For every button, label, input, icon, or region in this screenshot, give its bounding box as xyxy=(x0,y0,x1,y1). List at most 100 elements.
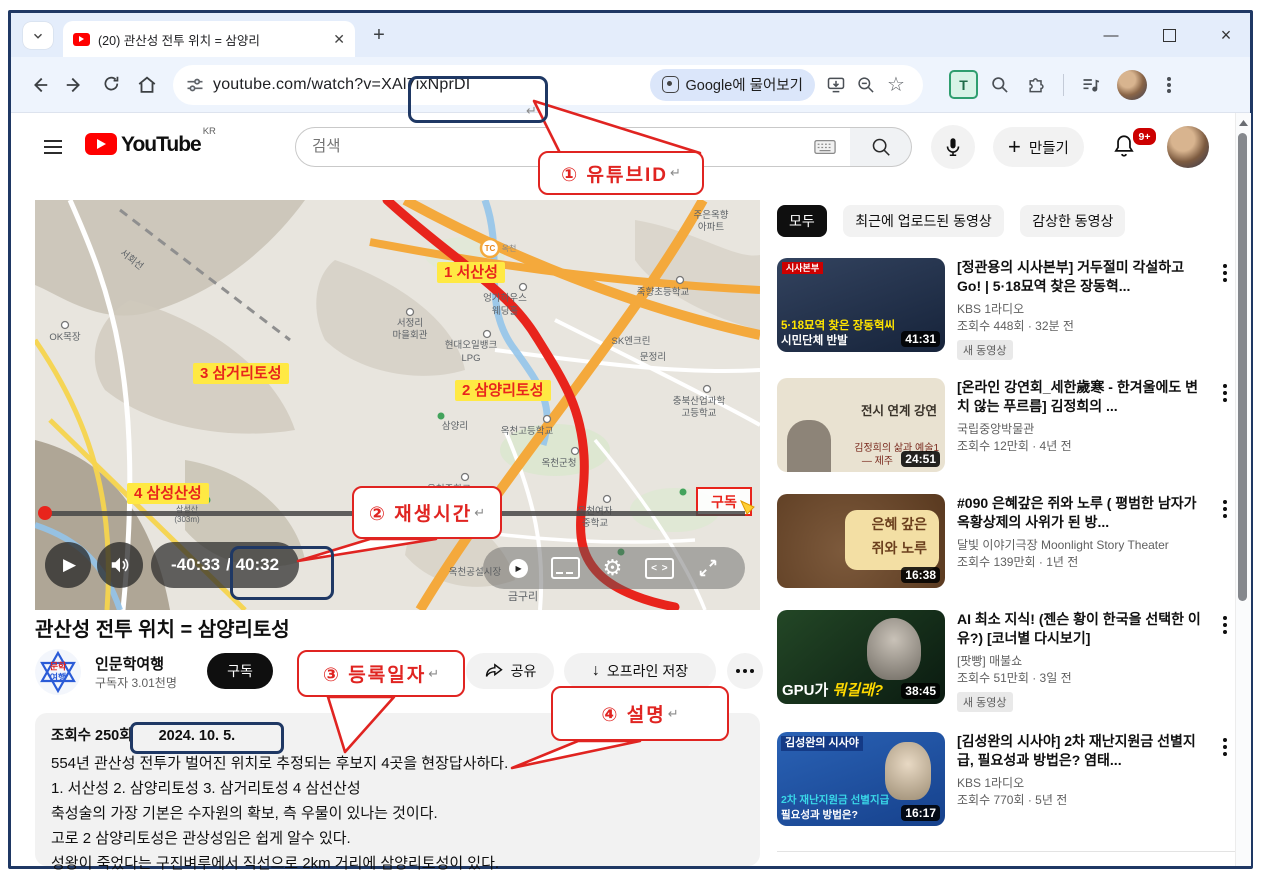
suggested-video-channel[interactable]: 달빛 이야기극장 Moonlight Story Theater xyxy=(957,537,1207,554)
scrollbar-up-icon[interactable] xyxy=(1236,117,1251,129)
suggested-video-title[interactable]: AI 최소 지식! (젠슨 황이 한국을 선택한 이유?) [코너별 다시보기] xyxy=(957,610,1207,648)
suggested-video[interactable]: GPU가 뭐길래? 38:45 AI 최소 지식! (젠슨 황이 한국을 선택한… xyxy=(777,610,1237,722)
guide-menu-button[interactable] xyxy=(41,135,65,159)
youtube-profile-avatar[interactable] xyxy=(1167,126,1209,168)
chip-recently-uploaded[interactable]: 최근에 업로드된 동영상 xyxy=(843,205,1004,237)
description-box[interactable]: 조회수 250회2024. 10. 5. 554년 관산성 전투가 벌어진 위치… xyxy=(35,713,760,866)
suggested-video-title[interactable]: #090 은혜갚은 쥐와 노루 ( 평범한 남자가 옥황상제의 사위가 된 방.… xyxy=(957,494,1207,532)
suggested-video-title[interactable]: [온라인 강연회_세한歲寒 - 한겨울에도 변치 않는 푸르름] 김정희의 ..… xyxy=(957,378,1207,416)
scrollbar-thumb[interactable] xyxy=(1238,133,1247,601)
chip-all[interactable]: 모두 xyxy=(777,205,827,237)
play-button[interactable] xyxy=(45,542,91,588)
thumbnail-person xyxy=(885,742,931,800)
maximize-button[interactable] xyxy=(1154,23,1184,47)
map-place-label: 옥천군청 xyxy=(542,458,577,469)
more-actions-button[interactable] xyxy=(727,653,763,689)
thumbnail-text: 시민단체 반발 xyxy=(781,335,848,348)
suggested-video-channel[interactable]: KBS 1라디오 xyxy=(957,301,1207,318)
thumbnail-text: 2차 재난지원금 선별지급 xyxy=(781,794,889,806)
map-place-label: 웨딩홀 xyxy=(492,305,518,317)
zoom-out-button[interactable] xyxy=(851,70,881,100)
video-player[interactable]: TC OK목장 서정리 마을회관 주은옥향 아파트 죽향초등학교 엉가하우스 웨… xyxy=(35,200,760,610)
duration-badge: 41:31 xyxy=(901,331,940,347)
suggested-video-channel[interactable]: [팟빵] 매불쇼 xyxy=(957,653,1207,670)
suggested-video-meta: 조회수 12만회 · 4년 전 xyxy=(957,438,1207,455)
extension-t-icon[interactable]: T xyxy=(949,70,978,99)
youtube-logo[interactable]: YouTube KR xyxy=(85,133,216,157)
suggested-video[interactable]: 김성완의 시사야 2차 재난지원금 선별지급 필요성과 방법은? 16:17 [… xyxy=(777,732,1237,844)
video-thumbnail[interactable]: 시사본부 5·18묘역 찾은 장동혁씨 시민단체 반발 41:31 xyxy=(777,258,945,352)
subscribe-button[interactable]: 구독 xyxy=(207,653,273,689)
channel-star-icon: 문학 여행 xyxy=(35,649,81,695)
extensions-button[interactable] xyxy=(1018,67,1054,103)
share-button[interactable]: 공유 xyxy=(466,653,554,689)
search-input[interactable] xyxy=(310,137,814,157)
video-menu-button[interactable] xyxy=(1223,616,1227,620)
suggested-video-meta: 조회수 448회 · 32분 전 xyxy=(957,318,1207,335)
address-bar[interactable]: youtube.com/watch?v=XAl7ixNprDI Google에 … xyxy=(173,65,923,105)
suggested-video[interactable]: 은혜 갚은 쥐와 노루 16:38 #090 은혜갚은 쥐와 노루 ( 평범한 … xyxy=(777,494,1237,606)
video-thumbnail[interactable]: GPU가 뭐길래? 38:45 xyxy=(777,610,945,704)
video-menu-button[interactable] xyxy=(1223,264,1227,268)
tab-close-icon[interactable]: ✕ xyxy=(333,32,345,46)
suggested-video-channel[interactable]: KBS 1라디오 xyxy=(957,775,1207,792)
suggested-video[interactable]: 전시 연계 강연 김정희의 삶과 예술1 — 제주 24:51 [온라인 강연회… xyxy=(777,378,1237,490)
music-list-icon xyxy=(1081,75,1101,95)
video-title: 관산성 전투 위치 = 삼양리토성 xyxy=(35,613,290,642)
puzzle-icon xyxy=(1026,75,1046,95)
subtitles-icon[interactable] xyxy=(551,557,580,579)
new-tab-button[interactable]: + xyxy=(367,24,391,48)
extension-search-icon[interactable] xyxy=(982,67,1018,103)
reload-button[interactable] xyxy=(93,67,129,103)
fullscreen-icon[interactable] xyxy=(697,557,719,579)
volume-button[interactable] xyxy=(97,542,143,588)
thumbnail-text: 김성완의 시사야 xyxy=(781,736,863,751)
save-page-button[interactable] xyxy=(821,70,851,100)
maximize-icon xyxy=(1163,29,1176,42)
ask-google-button[interactable]: Google에 물어보기 xyxy=(650,69,816,101)
thumbnail-person xyxy=(787,420,831,472)
tab-search-button[interactable] xyxy=(23,22,53,49)
suggested-video-title[interactable]: [정관용의 시사본부] 거두절미 각설하고 Go! | 5·18묘역 찾은 장동… xyxy=(957,258,1207,296)
voice-search-button[interactable] xyxy=(931,125,975,169)
suggested-video-channel[interactable]: 국립중앙박물관 xyxy=(957,421,1207,438)
settings-gear-icon[interactable] xyxy=(603,555,623,581)
thumbnail-text: 전시 연계 강연 xyxy=(861,404,937,418)
suggested-video[interactable]: 시사본부 5·18묘역 찾은 장동혁씨 시민단체 반발 41:31 [정관용의 … xyxy=(777,258,1237,370)
channel-name[interactable]: 인문학여행 xyxy=(95,653,164,674)
minimize-button[interactable]: — xyxy=(1096,23,1126,47)
close-button[interactable]: × xyxy=(1211,23,1241,47)
map-place-label: 충북산업과학 xyxy=(673,395,726,407)
browser-profile-avatar[interactable] xyxy=(1117,70,1147,100)
video-thumbnail[interactable]: 전시 연계 강연 김정희의 삶과 예술1 — 제주 24:51 xyxy=(777,378,945,472)
miniplayer-icon[interactable] xyxy=(645,558,674,579)
progress-bar[interactable] xyxy=(45,511,745,516)
browser-tab[interactable]: (20) 관산성 전투 위치 = 삼양리 ✕ xyxy=(63,21,355,57)
more-dots-icon xyxy=(743,669,747,673)
forward-button[interactable] xyxy=(57,67,93,103)
search-box[interactable] xyxy=(295,127,851,167)
suggested-video-title[interactable]: [김성완의 시사야] 2차 재난지원금 선별지급, 필요성과 방법은? 염태..… xyxy=(957,732,1207,770)
sidebar-divider xyxy=(777,851,1235,852)
back-button[interactable] xyxy=(21,67,57,103)
chip-watched[interactable]: 감상한 동영상 xyxy=(1020,205,1125,237)
video-menu-button[interactable] xyxy=(1223,500,1227,504)
browser-menu-button[interactable] xyxy=(1151,67,1187,103)
video-menu-button[interactable] xyxy=(1223,384,1227,388)
video-thumbnail[interactable]: 은혜 갚은 쥐와 노루 16:38 xyxy=(777,494,945,588)
media-playlist-button[interactable] xyxy=(1073,67,1109,103)
autoplay-toggle-icon[interactable] xyxy=(509,559,528,578)
thumbnail-text: 5·18묘역 찾은 장동혁씨 xyxy=(781,320,895,333)
map-place-label: 옥천고등학교 xyxy=(501,426,554,437)
hamburger-icon xyxy=(41,135,65,159)
url-video-id: XAl7ixNprDI xyxy=(381,76,470,93)
bookmark-button[interactable]: ☆ xyxy=(881,70,911,100)
home-button[interactable] xyxy=(129,67,165,103)
channel-avatar[interactable]: 문학 여행 xyxy=(35,649,81,695)
video-menu-button[interactable] xyxy=(1223,738,1227,742)
offline-save-button[interactable]: ↓ 오프라인 저장 xyxy=(564,653,716,689)
create-button[interactable]: + 만들기 xyxy=(993,127,1084,167)
progress-handle[interactable] xyxy=(38,506,52,520)
video-thumbnail[interactable]: 김성완의 시사야 2차 재난지원금 선별지급 필요성과 방법은? 16:17 xyxy=(777,732,945,826)
search-button[interactable] xyxy=(850,127,912,167)
